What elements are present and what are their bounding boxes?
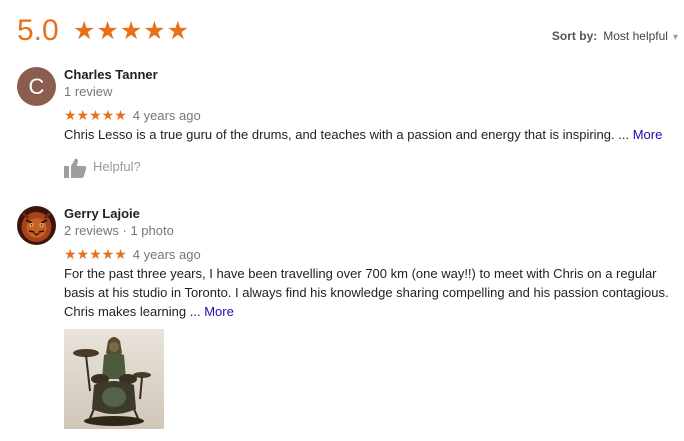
drum-kit-figurine-photo-icon[interactable] [64,329,164,429]
review-time: 4 years ago [132,247,201,262]
reviewer-meta: 1 review [64,84,113,99]
dropdown-arrow-icon[interactable]: ▾ [673,32,678,43]
sort-control[interactable]: Sort by: Most helpful ▾ [552,28,678,46]
sort-dropdown[interactable]: Most helpful [603,29,668,43]
review-rating: ★★★★★ 4 years ago [64,246,201,263]
review-text: Chris Lesso is a true guru of the drums,… [64,125,674,144]
review-rating: ★★★★★ 4 years ago [64,107,201,124]
review-time: 4 years ago [132,108,201,123]
sort-label: Sort by: [551,29,598,43]
thumbs-up-icon[interactable] [64,158,87,178]
reviewer-name[interactable]: Charles Tanner [64,67,158,83]
more-link[interactable]: More [204,304,234,319]
helpful-label[interactable]: Helpful? [93,159,141,174]
more-link[interactable]: More [633,127,663,142]
review-text: For the past three years, I have been tr… [64,264,674,321]
overall-rating: 5.0 [17,14,59,47]
reviewer-meta: 2 reviews · 1 photo [64,223,174,238]
tiger-face-avatar-icon[interactable] [17,206,56,245]
helpful-button[interactable]: Helpful? [64,156,141,178]
review-stars: ★★★★★ [64,246,127,262]
avatar[interactable]: C [17,67,56,106]
review-body: Chris Lesso is a true guru of the drums,… [64,127,630,142]
rating-summary: 5.0 ★★★★★ Sort by: Most helpful ▾ [0,0,684,56]
reviewer-name[interactable]: Gerry Lajoie [64,206,140,222]
review-body: For the past three years, I have been tr… [64,266,669,319]
review-stars: ★★★★★ [64,107,127,123]
overall-stars: ★★★★★ [73,17,191,45]
